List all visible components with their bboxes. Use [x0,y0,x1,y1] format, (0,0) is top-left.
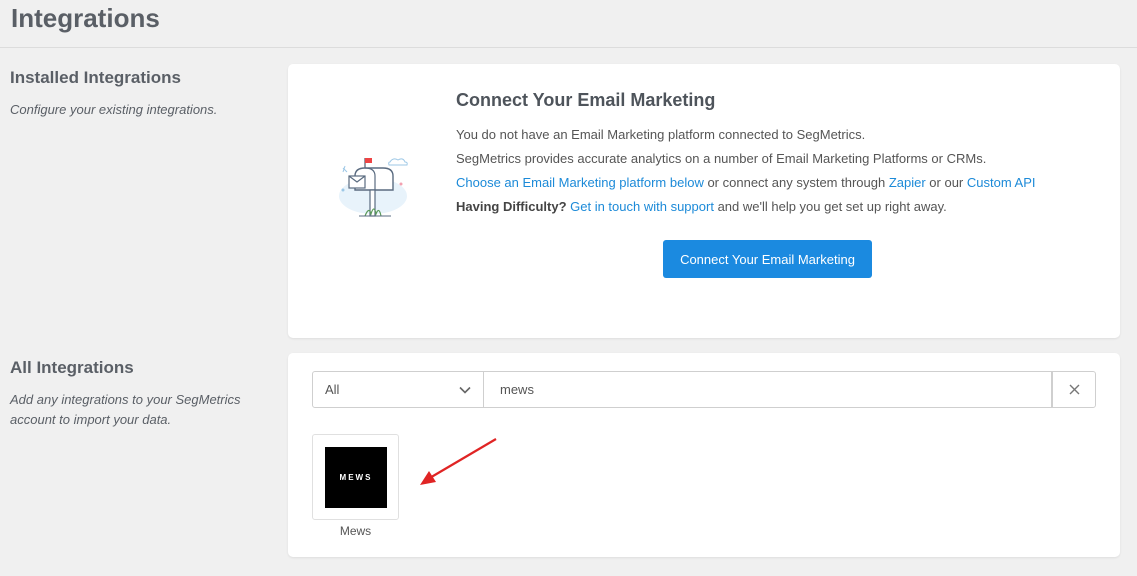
connect-any-text: or connect any system through [703,175,889,190]
installed-integrations-description: Configure your existing integrations. [10,102,218,117]
connect-email-heading: Connect Your Email Marketing [456,90,716,110]
custom-api-link[interactable]: Custom API [967,175,1036,190]
top-bar: Integrations [0,0,1137,48]
analytics-text: SegMetrics provides accurate analytics o… [456,151,987,166]
annotation-arrow-icon [420,438,497,485]
category-filter-value: All [325,382,340,397]
integration-tile-mews[interactable]: MEWS [312,434,399,520]
all-integrations-card: All MEWS Mews [288,353,1120,557]
chevron-down-icon [459,386,471,394]
connect-email-text: You do not have an Email Marketing platf… [456,123,1096,219]
clear-search-button[interactable] [1052,371,1096,408]
difficulty-line: Having Difficulty? Get in touch with sup… [456,195,1096,219]
no-platform-text: You do not have an Email Marketing platf… [456,127,866,142]
all-integrations-title: All Integrations [10,358,134,377]
mailbox-illustration-icon [339,158,408,217]
support-link[interactable]: Get in touch with support [570,199,714,214]
category-filter-select[interactable]: All [312,371,484,408]
integration-label-mews: Mews [339,524,372,538]
connect-email-card: Connect Your Email Marketing You do not … [288,64,1120,338]
close-icon [1069,384,1079,395]
search-input[interactable] [484,371,1052,408]
mews-logo: MEWS [325,447,387,508]
difficulty-label: Having Difficulty? [456,199,567,214]
installed-integrations-title: Installed Integrations [10,68,181,87]
or-our-text: or our [925,175,967,190]
page-title: Integrations [11,3,160,33]
help-text: and we'll help you get set up right away… [713,199,947,214]
zapier-link[interactable]: Zapier [889,175,926,190]
connect-email-button[interactable]: Connect Your Email Marketing [663,240,872,278]
choose-platform-link[interactable]: Choose an Email Marketing platform below [456,175,704,190]
all-integrations-description: Add any integrations to your SegMetrics … [10,392,241,427]
choose-platform-line: Choose an Email Marketing platform below… [456,171,1096,195]
